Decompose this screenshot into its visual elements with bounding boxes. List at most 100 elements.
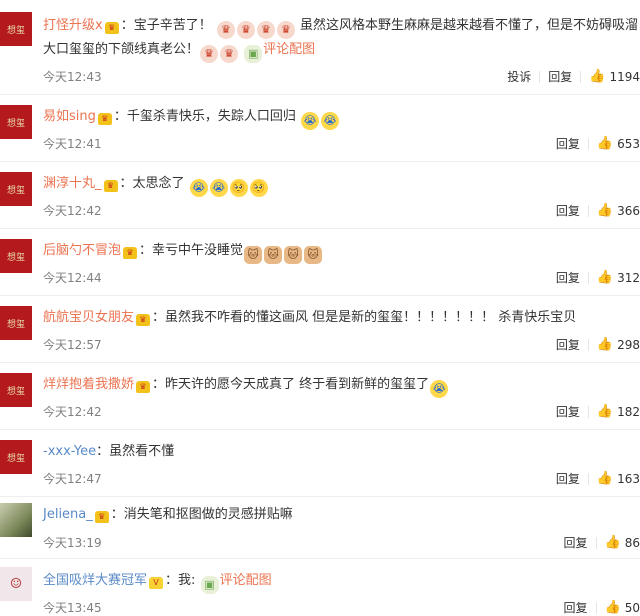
crying-emoji-icon: 😭 [430, 380, 449, 398]
reply-button[interactable]: 回复 [556, 470, 580, 487]
crown-sticker-icon: ♛ [256, 21, 275, 39]
vip-crown-icon: ♛ [94, 511, 109, 523]
username[interactable]: 易如sing [43, 109, 96, 124]
avatar[interactable]: 想玺 [0, 105, 32, 139]
comment-time: 今天12:57 [43, 338, 102, 352]
comment-text: 渊淳十丸_ ♛ ：太思念了 😭 😭 🥺 🥺 [43, 172, 636, 197]
reply-button[interactable]: 回复 [556, 403, 580, 420]
thumbs-up-icon: 👍 [596, 270, 614, 285]
reply-button[interactable]: 回复 [556, 135, 580, 152]
crying-emoji-icon: 😭 [301, 112, 320, 130]
username[interactable]: Jeliena_ [43, 507, 93, 522]
comment-time: 今天12:42 [43, 204, 102, 218]
like-count: 312 [617, 270, 640, 285]
comment-item: ☺ 全国吸烊大赛冠军 V ：我: ▣ 评论配图 今天13:45 回复 👍 50 [0, 559, 640, 615]
like-button[interactable]: 👍 366 [597, 203, 640, 218]
divider [587, 271, 589, 284]
divider [539, 70, 541, 83]
comment-text: 打怪升级x ♛ ：宝子辛苦了！ ♛ ♛ ♛ ♛ 虽然这风格本野生麻麻是越来越看不懂了，但是… [43, 14, 639, 39]
comment-actions: 回复 👍 298 [537, 336, 640, 353]
reply-button[interactable]: 回复 [556, 336, 580, 353]
comment-content: 宝子辛苦了！ [133, 18, 212, 33]
like-button[interactable]: 👍 163 [597, 471, 640, 486]
like-button[interactable]: 👍 86 [605, 535, 640, 550]
divider [595, 536, 597, 549]
pleading-emoji-icon: 🥺 [229, 179, 248, 197]
avatar[interactable] [0, 503, 32, 537]
username[interactable]: 渊淳十丸_ [43, 176, 102, 191]
comment-content: 消失笔和抠图做的灵感拼贴嘛 [123, 507, 293, 522]
username[interactable]: 烊烊抱着我撒娇 [43, 377, 134, 392]
username[interactable]: 打怪升级x [43, 18, 103, 33]
username[interactable]: 全国吸烊大赛冠军 [43, 573, 147, 588]
comment-text: Jeliena_ ♛ ：消失笔和抠图做的灵感拼贴嘛 [43, 507, 293, 523]
comment-actions: 回复 👍 50 [545, 599, 640, 616]
like-count: 366 [617, 203, 640, 218]
avatar[interactable]: 想玺 [0, 172, 32, 206]
like-count: 1194 [609, 69, 640, 84]
cat-sticker-icon: 🐱 [264, 246, 283, 264]
comment-image-link[interactable]: 评论配图 [263, 42, 315, 57]
avatar[interactable]: 想玺 [0, 373, 32, 407]
avatar[interactable]: 想玺 [0, 306, 32, 340]
thumbs-up-icon: 👍 [596, 136, 614, 151]
avatar[interactable]: 想玺 [0, 440, 32, 474]
comment-actions: 投诉 回复 👍 1194 [488, 68, 640, 85]
crown-sticker-icon: ♛ [216, 21, 235, 39]
comment-item: Jeliena_ ♛ ：消失笔和抠图做的灵感拼贴嘛 今天13:19 回复 👍 86 [0, 497, 640, 563]
cat-sticker-icon: 🐱 [304, 246, 323, 264]
username[interactable]: -xxx-Yee [43, 444, 96, 459]
like-button[interactable]: 👍 50 [605, 600, 640, 615]
like-count: 298 [617, 337, 640, 352]
crown-sticker-icon: ♛ [236, 21, 255, 39]
avatar[interactable]: 想玺 [0, 239, 32, 273]
vip-crown-icon: ♛ [97, 113, 112, 125]
vip-crown-icon: ♛ [103, 180, 118, 192]
comment-time: 今天13:45 [43, 601, 102, 615]
comment-time: 今天12:43 [43, 70, 102, 84]
pleading-emoji-icon: 🥺 [249, 179, 268, 197]
comment-time: 今天12:44 [43, 271, 102, 285]
like-count: 182 [617, 404, 640, 419]
comment-time: 今天12:42 [43, 405, 102, 419]
reply-button[interactable]: 回复 [564, 599, 588, 616]
like-button[interactable]: 👍 312 [597, 270, 640, 285]
vip-badge-icon: V [149, 577, 164, 589]
comment-item: 想玺 航航宝贝女朋友 ♛ ：虽然我不咋看的懂这画风 但是是新的玺玺！！！！！！！ 杀… [0, 296, 640, 362]
comment-content: 虽然这风格本野生麻麻是越来越看不懂了，但是不妨碍吸溜 [300, 18, 639, 33]
thumbs-up-icon: 👍 [604, 600, 621, 615]
comment-text: 易如sing ♛ ：千玺杀青快乐，失踪人口回归 😭 😭 [43, 105, 636, 130]
comment-time: 今天12:47 [43, 472, 102, 486]
divider [580, 70, 582, 83]
like-button[interactable]: 👍 182 [597, 404, 640, 419]
crying-emoji-icon: 😭 [209, 179, 228, 197]
reply-button[interactable]: 回复 [556, 269, 580, 286]
comment-actions: 回复 👍 312 [537, 269, 640, 286]
thumbs-up-icon: 👍 [596, 203, 614, 218]
image-icon: ▣ [200, 576, 219, 594]
comment-item: 想玺 渊淳十丸_ ♛ ：太思念了 😭 😭 🥺 🥺 今天12:42 回复 👍 366 [0, 162, 640, 228]
like-count: 163 [617, 471, 640, 486]
comment-content: 太思念了 [132, 176, 185, 191]
report-button[interactable]: 投诉 [507, 68, 531, 85]
like-button[interactable]: 👍 653 [597, 136, 640, 151]
avatar[interactable]: ☺ [0, 567, 32, 601]
avatar[interactable]: 想玺 [0, 12, 32, 46]
cat-sticker-icon: 🐱 [284, 246, 303, 264]
thumbs-up-icon: 👍 [596, 337, 614, 352]
comment-content: 我: [178, 573, 196, 588]
reply-button[interactable]: 回复 [548, 68, 572, 85]
vip-crown-icon: ♛ [136, 314, 151, 326]
comment-text-line-2: 大口玺玺的下颌线真老公！ ♛ ♛ ▣ 评论配图 [43, 38, 636, 63]
comment-content: 千玺杀青快乐，失踪人口回归 [126, 109, 296, 124]
comment-image-link[interactable]: 评论配图 [220, 573, 272, 588]
comment-text: 航航宝贝女朋友 ♛ ：虽然我不咋看的懂这画风 但是是新的玺玺！！！！！！！ 杀青快乐… [43, 310, 577, 326]
like-button[interactable]: 👍 298 [597, 337, 640, 352]
reply-button[interactable]: 回复 [564, 534, 588, 551]
comment-time: 今天13:19 [43, 536, 102, 550]
divider [595, 601, 597, 614]
like-button[interactable]: 👍 1194 [589, 69, 640, 84]
reply-button[interactable]: 回复 [556, 202, 580, 219]
username[interactable]: 后脑勺不冒泡 [43, 243, 121, 258]
username[interactable]: 航航宝贝女朋友 [43, 310, 134, 325]
